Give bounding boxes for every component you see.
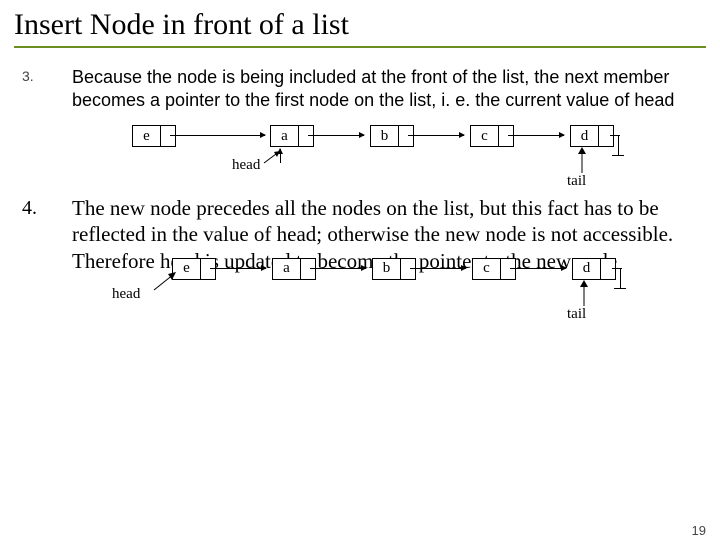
- node-e-data: e: [133, 126, 161, 146]
- node-d: d: [570, 125, 614, 147]
- arrow-c-to-d: [508, 135, 564, 136]
- tail-arrow-2: [574, 280, 594, 308]
- node-b: b: [370, 125, 414, 147]
- arrow-e-to-a: [170, 135, 265, 136]
- node-c-data: c: [471, 126, 499, 146]
- node2-d-ptr: [601, 259, 615, 279]
- node2-d: d: [572, 258, 616, 280]
- node-a-ptr: [299, 126, 313, 146]
- head-label-1: head: [232, 157, 260, 174]
- node2-a: a: [272, 258, 316, 280]
- node2-a-ptr: [301, 259, 315, 279]
- arrow2-c-to-d: [510, 268, 566, 269]
- head-arrow-1: [280, 149, 281, 163]
- head-diag-icon: [262, 149, 282, 165]
- list-item-3: 3. Because the node is being included at…: [22, 66, 698, 111]
- node-a-data: a: [271, 126, 299, 146]
- node2-a-data: a: [273, 259, 301, 279]
- node2-b-data: b: [373, 259, 401, 279]
- tail-arrow-1: [572, 147, 592, 175]
- list-number-3: 3.: [22, 66, 50, 111]
- arrow2-a-to-b: [310, 268, 366, 269]
- null-vertical: [618, 135, 619, 155]
- content-area: 3. Because the node is being included at…: [0, 48, 720, 338]
- head-arrow-2: [152, 270, 180, 294]
- node-d-data: d: [571, 126, 599, 146]
- node-b-ptr: [399, 126, 413, 146]
- node2-c-ptr: [501, 259, 515, 279]
- head-label-2: head: [112, 286, 140, 303]
- list-number-4: 4.: [22, 195, 50, 274]
- arrow2-e-to-a: [210, 268, 266, 269]
- list-text-3: Because the node is being included at th…: [72, 66, 698, 111]
- node2-b-ptr: [401, 259, 415, 279]
- diagram-1: e a b c d: [62, 121, 698, 201]
- node2-e-ptr: [201, 259, 215, 279]
- tail-label-1: tail: [567, 173, 586, 190]
- arrow-b-to-c: [408, 135, 464, 136]
- tail-label-2: tail: [567, 306, 586, 323]
- node-e-ptr: [161, 126, 175, 146]
- node2-d-data: d: [573, 259, 601, 279]
- node2-b: b: [372, 258, 416, 280]
- node-d-ptr: [599, 126, 613, 146]
- node2-c: c: [472, 258, 516, 280]
- node2-c-data: c: [473, 259, 501, 279]
- null2-vertical: [620, 268, 621, 288]
- node-c-ptr: [499, 126, 513, 146]
- node-a: a: [270, 125, 314, 147]
- diagram-2: e a b c d: [62, 258, 698, 338]
- node-c: c: [470, 125, 514, 147]
- title-rule: Insert Node in front of a list: [14, 8, 706, 48]
- null-ground: [612, 155, 624, 156]
- node-b-data: b: [371, 126, 399, 146]
- arrow2-b-to-c: [410, 268, 466, 269]
- page-number: 19: [692, 523, 706, 538]
- node-e: e: [132, 125, 176, 147]
- null2-ground: [614, 288, 626, 289]
- slide-title: Insert Node in front of a list: [14, 8, 706, 44]
- arrow-a-to-b: [308, 135, 364, 136]
- slide: Insert Node in front of a list 3. Becaus…: [0, 8, 720, 548]
